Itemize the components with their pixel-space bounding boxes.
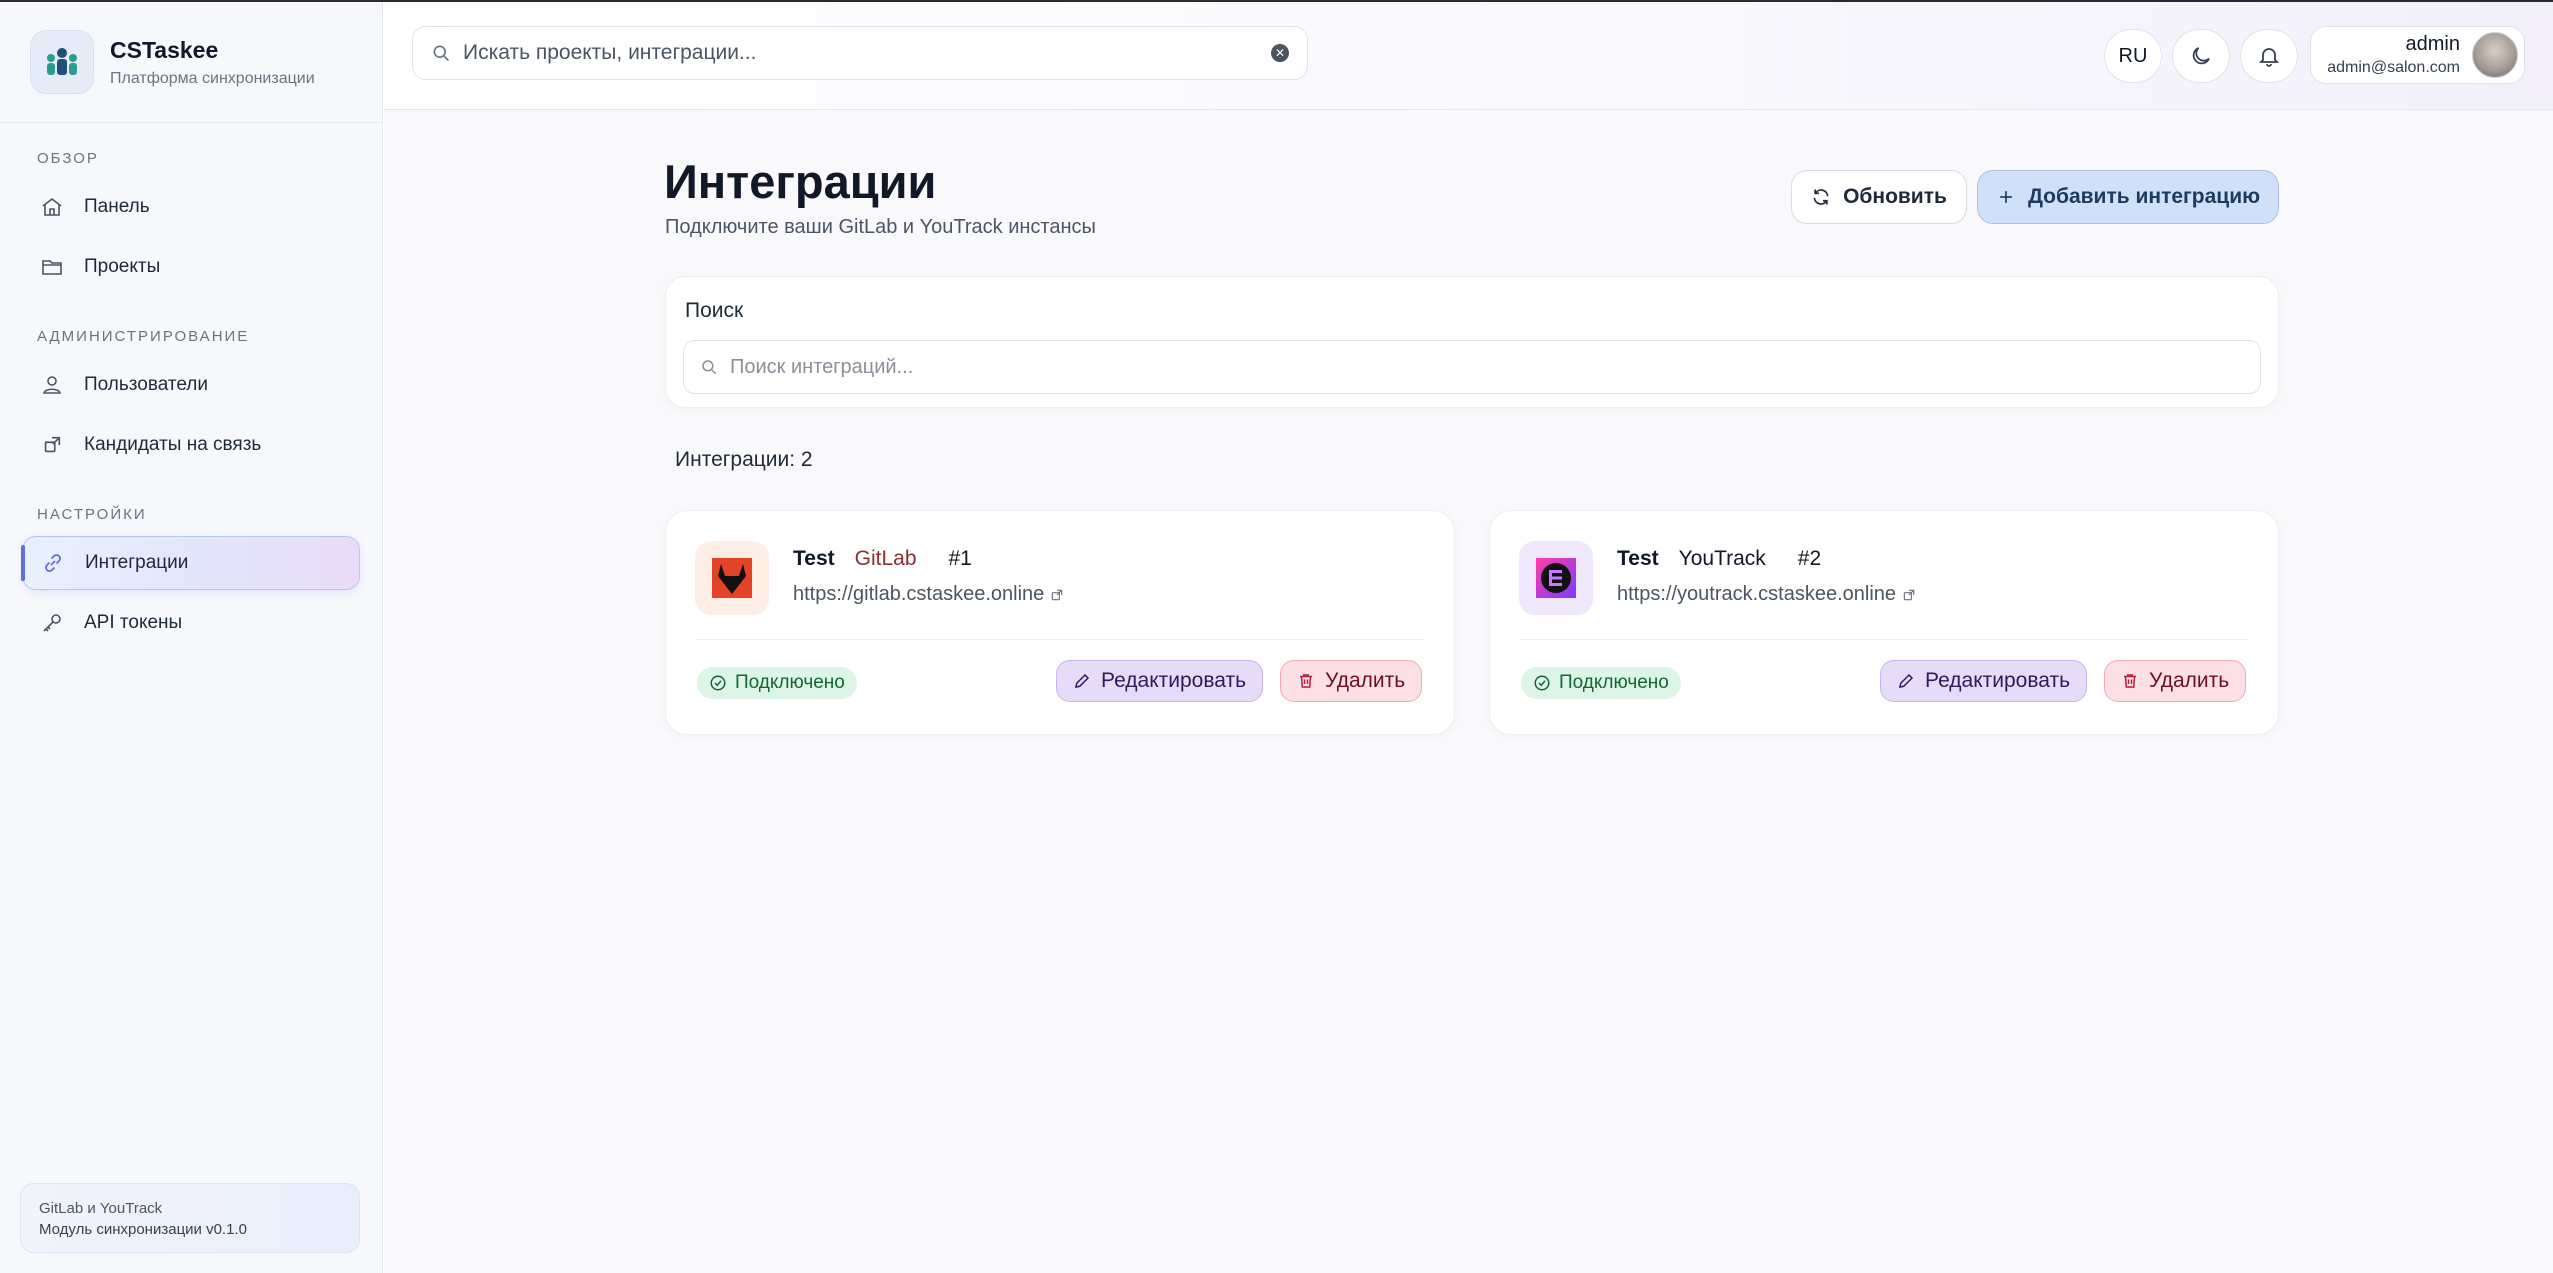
external-link-icon (1902, 588, 1916, 602)
integration-title: Test YouTrack #2 (1617, 547, 1821, 571)
top-header: ✕ RU admin admin@salon.com (384, 2, 2553, 110)
pencil-icon (1897, 672, 1915, 690)
link-icon (39, 549, 67, 577)
plus-icon (1996, 187, 2016, 207)
search-icon (431, 43, 451, 63)
search-icon (700, 358, 718, 376)
check-circle-icon (709, 674, 727, 692)
clear-search-icon[interactable]: ✕ (1271, 44, 1289, 62)
sidebar-item-projects[interactable]: Проекты (22, 240, 360, 294)
sidebar-item-link-candidates[interactable]: Кандидаты на связь (22, 418, 360, 472)
add-integration-label: Добавить интеграцию (2027, 185, 2261, 208)
youtrack-logo-icon (1519, 541, 1593, 615)
edit-label: Редактировать (1101, 669, 1247, 692)
global-search-input[interactable] (463, 41, 1271, 65)
brand[interactable]: CSTaskee Платформа синхронизации (0, 2, 382, 123)
sidebar-item-label: Проекты (84, 256, 161, 277)
brand-logo-icon (30, 30, 94, 94)
integration-type: GitLab (854, 547, 917, 570)
language-button[interactable]: RU (2104, 29, 2162, 83)
sidebar: CSTaskee Платформа синхронизации ОБЗОР П… (0, 2, 383, 1273)
card-divider (1519, 639, 2249, 640)
bell-icon (2257, 44, 2281, 68)
integration-card-youtrack: Test YouTrack #2 https://youtrack.cstask… (1489, 510, 2279, 735)
refresh-button[interactable]: Обновить (1791, 170, 1967, 224)
integrations-search-input[interactable] (730, 355, 2244, 379)
user-email: admin@salon.com (2327, 59, 2460, 76)
sidebar-item-label: Пользователи (84, 374, 209, 395)
app-window: CSTaskee Платформа синхронизации ОБЗОР П… (0, 0, 2553, 1273)
integration-id: #1 (948, 547, 972, 570)
add-integration-button[interactable]: Добавить интеграцию (1977, 170, 2279, 224)
search-card-label: Поиск (685, 299, 744, 322)
delete-label: Удалить (2149, 669, 2230, 692)
sidebar-item-dashboard[interactable]: Панель (22, 180, 360, 234)
delete-button[interactable]: Удалить (1280, 660, 1423, 702)
integration-url-link[interactable]: https://youtrack.cstaskee.online (1617, 583, 1916, 606)
key-icon (38, 609, 66, 637)
integration-name: Test (1617, 547, 1659, 570)
sidebar-item-label: Панель (84, 196, 150, 217)
global-search[interactable]: ✕ (412, 26, 1308, 80)
integration-url-link[interactable]: https://gitlab.cstaskee.online (793, 583, 1064, 606)
theme-toggle-button[interactable] (2172, 29, 2230, 83)
search-card: Поиск (665, 276, 2279, 408)
integration-type: YouTrack (1678, 547, 1766, 570)
delete-label: Удалить (1325, 669, 1406, 692)
integration-id: #2 (1797, 547, 1822, 570)
edit-label: Редактировать (1925, 669, 2071, 692)
home-icon (38, 193, 66, 221)
status-badge: Подключено (1521, 667, 1681, 699)
avatar (2472, 32, 2518, 78)
sidebar-item-label: Кандидаты на связь (84, 434, 262, 455)
integration-title: Test GitLab #1 (793, 547, 972, 571)
gitlab-logo-icon (695, 541, 769, 615)
main-content: Интеграции Подключите ваши GitLab и YouT… (384, 110, 2553, 1273)
status-badge: Подключено (697, 667, 857, 699)
integration-card-gitlab: Test GitLab #1 https://gitlab.cstaskee.o… (665, 510, 1455, 735)
sidebar-footer: GitLab и YouTrack Модуль синхронизации v… (20, 1183, 360, 1253)
sidebar-item-integrations[interactable]: Интеграции (21, 536, 360, 590)
integrations-search[interactable] (683, 340, 2261, 394)
integration-url: https://youtrack.cstaskee.online (1617, 583, 1897, 605)
status-text: Подключено (1559, 672, 1669, 693)
integrations-count: Интеграции: 2 (675, 448, 813, 471)
pencil-icon (1073, 672, 1091, 690)
edit-button[interactable]: Редактировать (1880, 660, 2088, 702)
section-title-admin: АДМИНИСТРИРОВАНИЕ (37, 328, 250, 345)
integration-name: Test (793, 547, 835, 570)
user-name: admin (2405, 33, 2460, 55)
trash-icon (2121, 672, 2139, 690)
brand-subtitle: Платформа синхронизации (110, 69, 315, 87)
section-title-settings: НАСТРОЙКИ (37, 506, 147, 523)
brand-title: CSTaskee (110, 36, 219, 63)
page-subtitle: Подключите ваши GitLab и YouTrack инстан… (665, 216, 1096, 238)
link-candidates-icon (38, 431, 66, 459)
users-icon (38, 371, 66, 399)
notifications-button[interactable] (2240, 29, 2298, 83)
card-divider (695, 639, 1425, 640)
delete-button[interactable]: Удалить (2104, 660, 2247, 702)
sidebar-item-api-tokens[interactable]: API токены (22, 596, 360, 650)
refresh-icon (1811, 187, 1831, 207)
section-title-overview: ОБЗОР (37, 150, 99, 167)
refresh-label: Обновить (1843, 185, 1947, 208)
edit-button[interactable]: Редактировать (1056, 660, 1264, 702)
sidebar-item-users[interactable]: Пользователи (22, 358, 360, 412)
sidebar-item-label: Интеграции (85, 552, 189, 573)
folder-icon (38, 253, 66, 281)
status-text: Подключено (735, 672, 845, 693)
user-menu[interactable]: admin admin@salon.com (2310, 26, 2525, 84)
sidebar-item-label: API токены (84, 612, 183, 633)
integration-url: https://gitlab.cstaskee.online (793, 583, 1045, 605)
external-link-icon (1050, 588, 1064, 602)
trash-icon (1297, 672, 1315, 690)
check-circle-icon (1533, 674, 1551, 692)
footer-line-2: Модуль синхронизации v0.1.0 (39, 1221, 247, 1238)
moon-icon (2189, 44, 2213, 68)
footer-line-1: GitLab и YouTrack (39, 1200, 163, 1217)
page-title: Интеграции (664, 155, 937, 208)
